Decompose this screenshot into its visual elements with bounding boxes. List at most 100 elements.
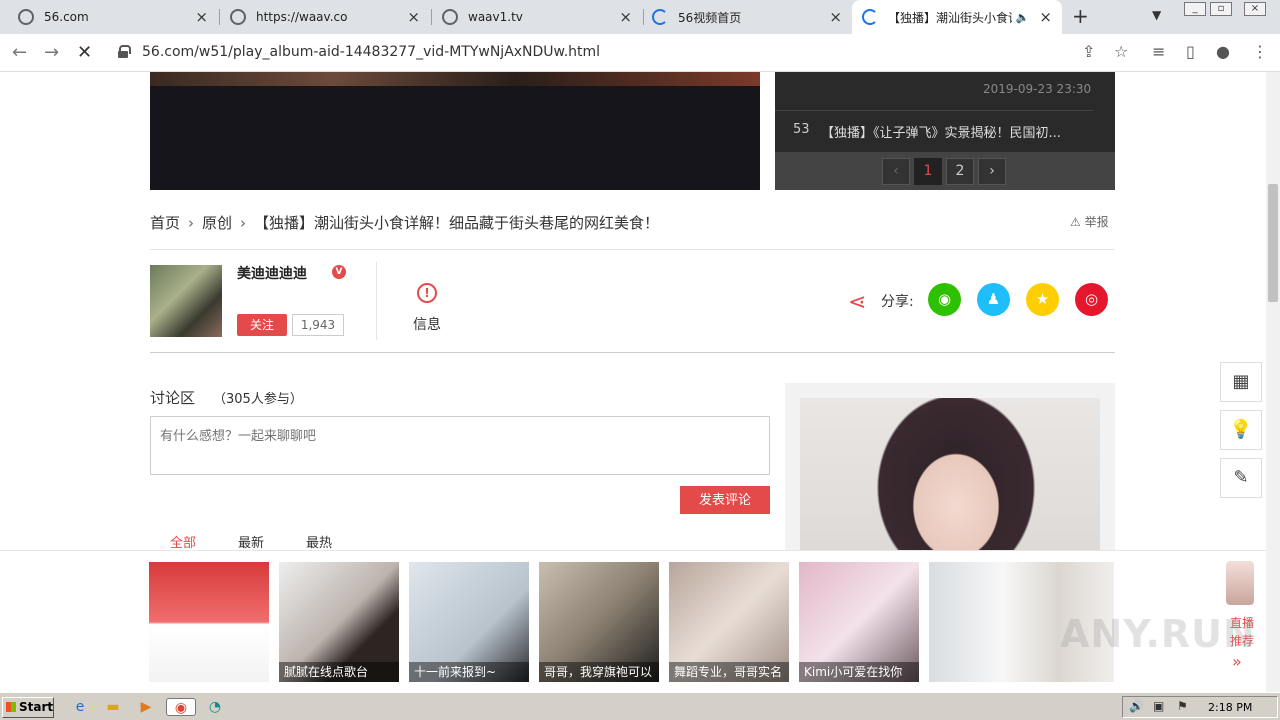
verified-badge-icon: V (332, 265, 346, 279)
page-2-button[interactable]: 2 (946, 158, 974, 185)
divider (150, 249, 1115, 250)
stop-x-icon[interactable]: ✕ (77, 42, 92, 63)
minimize-button[interactable]: _ (1184, 2, 1206, 16)
close-window-button[interactable]: × (1244, 2, 1266, 16)
tab-active-video[interactable]: 【独播】潮汕街头小食详解 🔈 × (852, 0, 1062, 34)
playlist-pager: ‹ 1 2 › (775, 152, 1115, 190)
tab-56-home[interactable]: 56视频首页 × (642, 0, 852, 34)
live-caption: 十一前来报到~ (409, 662, 529, 682)
qq-share-icon[interactable]: ♟ (977, 283, 1010, 316)
tab-title: 【独播】潮汕街头小食详解 (888, 10, 1012, 25)
qzone-share-icon[interactable]: ★ (1026, 283, 1059, 316)
kebab-menu-icon[interactable]: ⋮ (1252, 42, 1268, 61)
clock: 2:18 PM (1208, 701, 1253, 714)
live-thumb[interactable] (149, 562, 269, 682)
playlist-panel: 2019-09-23 23:30 53 【独播】《让子弹飞》实景揭秘！民国初..… (775, 72, 1115, 190)
side-panel-icon[interactable]: ▯ (1186, 42, 1195, 61)
post-comment-button[interactable]: 发表评论 (680, 486, 770, 514)
tab-title: waav1.tv (468, 10, 523, 24)
live-thumb[interactable]: Kimi小可爱在找你 (799, 562, 919, 682)
tab-waav1[interactable]: waav1.tv × (432, 0, 642, 34)
close-icon[interactable]: × (1039, 8, 1052, 26)
live-caption: 腻腻在线点歌台 (279, 662, 399, 682)
comment-input[interactable] (150, 416, 770, 475)
video-player[interactable] (150, 72, 760, 190)
qr-code-icon[interactable]: ▦ (1220, 362, 1262, 402)
breadcrumb-category[interactable]: 原创 (202, 214, 232, 232)
live-thumb[interactable]: 哥哥，我穿旗袍可以 (539, 562, 659, 682)
tab-hottest[interactable]: 最热 (306, 532, 332, 551)
speaker-icon[interactable]: 🔈 (1016, 11, 1030, 24)
watermark-logo: ANY.RUN (1060, 612, 1256, 656)
close-icon[interactable]: × (195, 8, 208, 26)
page-1-button[interactable]: 1 (914, 158, 942, 185)
report-label: 举报 (1084, 215, 1109, 229)
close-icon[interactable]: × (407, 8, 420, 26)
tab-56com[interactable]: 56.com × (8, 0, 218, 34)
prev-page-button[interactable]: ‹ (882, 158, 910, 185)
edge-icon[interactable]: ◔ (205, 698, 225, 716)
lock-icon[interactable] (118, 45, 131, 58)
divider (150, 352, 1115, 353)
scrollbar-thumb[interactable] (1268, 184, 1278, 302)
playlist-item-number: 53 (793, 122, 810, 137)
live-thumb[interactable]: 舞蹈专业，哥哥实名 (669, 562, 789, 682)
scrollbar[interactable] (1266, 72, 1280, 692)
profile-icon[interactable]: ● (1216, 42, 1230, 61)
follow-button[interactable]: 关注 (237, 314, 287, 336)
globe-icon (230, 9, 246, 25)
next-page-button[interactable]: › (978, 158, 1006, 185)
forward-arrow-icon[interactable]: → (44, 42, 59, 63)
close-icon[interactable]: × (829, 8, 842, 26)
tab-waav[interactable]: https://waav.co × (220, 0, 430, 34)
media-player-icon[interactable]: ▶ (136, 698, 156, 716)
lightbulb-icon[interactable]: 💡 (1220, 410, 1262, 450)
start-button[interactable]: Start (2, 697, 54, 718)
share-label: 分享: (881, 294, 914, 310)
browser-toolbar: ← → ✕ 56.com/w51/play_album-aid-14483277… (0, 34, 1280, 72)
tab-bar: 56.com × https://waav.co × waav1.tv × 56… (0, 0, 1280, 34)
video-frame (150, 72, 760, 86)
tab-title: 56视频首页 (678, 10, 742, 25)
breadcrumb-home[interactable]: 首页 (150, 214, 180, 232)
chrome-icon[interactable]: ◉ (166, 698, 196, 716)
report-button[interactable]: ⚠ 举报 (1070, 213, 1109, 230)
live-caption: Kimi小可爱在找你 (799, 662, 919, 682)
taskbar: Start e ▬ ▶ ◉ ◔ 🔊 ▣ ⚑ 2:18 PM (0, 692, 1280, 720)
flag-icon[interactable]: ⚑ (1177, 699, 1188, 713)
address-bar[interactable]: 56.com/w51/play_album-aid-14483277_vid-M… (142, 44, 600, 60)
tab-newest[interactable]: 最新 (238, 532, 264, 551)
folder-icon[interactable]: ▬ (103, 698, 123, 716)
tab-all[interactable]: 全部 (170, 532, 196, 551)
network-icon[interactable]: ▣ (1153, 699, 1164, 713)
new-tab-button[interactable]: + (1072, 4, 1089, 28)
feedback-icon[interactable]: ✎ (1220, 458, 1262, 498)
playlist-date: 2019-09-23 23:30 (983, 82, 1092, 96)
playlist-item-title[interactable]: 【独播】《让子弹飞》实景揭秘！民国初... (821, 122, 1061, 141)
live-avatar-icon[interactable] (1226, 561, 1254, 605)
chevron-down-icon[interactable]: ▼ (1152, 8, 1161, 22)
tab-title: https://waav.co (256, 10, 348, 24)
back-arrow-icon[interactable]: ← (12, 42, 27, 63)
info-label[interactable]: 信息 (413, 314, 441, 334)
page-title: 【独播】潮汕街头小食详解！细品藏于街头巷尾的网红美食！ (254, 214, 660, 232)
weibo-share-icon[interactable]: ◎ (1075, 283, 1108, 316)
avatar[interactable] (150, 265, 222, 337)
page-content: 2019-09-23 23:30 53 【独播】《让子弹飞》实景揭秘！民国初..… (0, 72, 1266, 692)
share-icon[interactable]: ⇪ (1082, 42, 1095, 61)
follower-count: 1,943 (292, 314, 344, 336)
breadcrumb: 首页 › 原创 › 【独播】潮汕街头小食详解！细品藏于街头巷尾的网红美食！ (150, 212, 659, 233)
info-icon[interactable]: ! (417, 283, 437, 303)
wechat-share-icon[interactable]: ◉ (928, 283, 961, 316)
ie-icon[interactable]: e (70, 698, 90, 716)
maximize-button[interactable]: ▫ (1210, 2, 1232, 16)
discussion-count: （305人参与） (213, 392, 303, 407)
loading-spinner-icon (862, 9, 878, 25)
star-icon[interactable]: ☆ (1114, 42, 1128, 61)
reading-list-icon[interactable]: ≡ (1152, 42, 1165, 61)
live-thumb[interactable]: 十一前来报到~ (409, 562, 529, 682)
volume-icon[interactable]: 🔊 (1129, 699, 1144, 713)
live-thumb[interactable]: 腻腻在线点歌台 (279, 562, 399, 682)
close-icon[interactable]: × (619, 8, 632, 26)
uploader-name[interactable]: 美迪迪迪迪 (237, 263, 307, 283)
